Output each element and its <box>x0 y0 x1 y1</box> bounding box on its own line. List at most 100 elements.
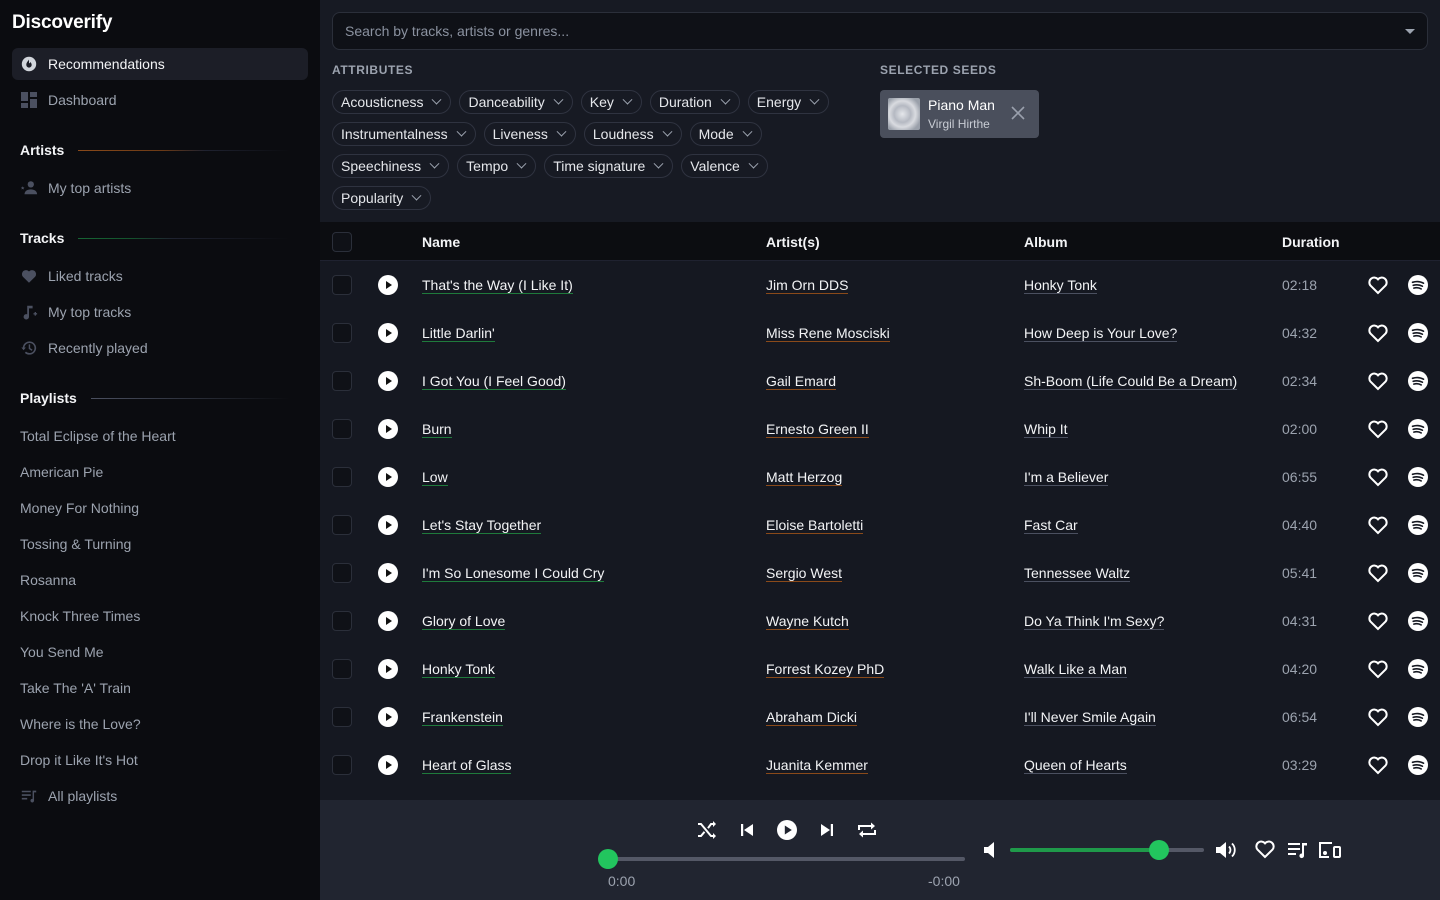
album-link[interactable]: Do Ya Think I'm Sexy? <box>1024 613 1165 630</box>
seed-chip[interactable]: Piano Man Virgil Hirthe <box>880 90 1039 138</box>
artist-link[interactable]: Forrest Kozey PhD <box>766 661 885 678</box>
like-heart-icon[interactable] <box>1367 563 1389 583</box>
spotify-icon[interactable] <box>1408 755 1428 775</box>
previous-track-icon[interactable] <box>738 820 756 840</box>
attribute-chip[interactable]: Key <box>580 90 642 114</box>
playlist-item[interactable]: Rosanna <box>20 572 76 588</box>
attribute-chip[interactable]: Speechiness <box>332 154 450 178</box>
like-heart-icon[interactable] <box>1367 419 1389 439</box>
attribute-chip[interactable]: Time signature <box>544 154 674 178</box>
nav-my-top-artists[interactable]: My top artists <box>12 172 308 204</box>
queue-icon[interactable] <box>1287 840 1309 860</box>
volume-up-icon[interactable] <box>1214 840 1238 860</box>
row-checkbox[interactable] <box>332 275 352 295</box>
row-checkbox[interactable] <box>332 371 352 391</box>
artist-link[interactable]: Ernesto Green II <box>766 421 869 438</box>
play-track-icon[interactable] <box>378 515 398 535</box>
track-name-link[interactable]: I'm So Lonesome I Could Cry <box>422 565 605 582</box>
attribute-chip[interactable]: Loudness <box>583 122 682 146</box>
track-name-link[interactable]: Low <box>422 469 448 486</box>
dropdown-caret-icon[interactable] <box>1405 28 1415 34</box>
row-checkbox[interactable] <box>332 467 352 487</box>
artist-link[interactable]: Miss Rene Mosciski <box>766 325 890 342</box>
spotify-icon[interactable] <box>1408 611 1428 631</box>
like-heart-icon[interactable] <box>1367 467 1389 487</box>
like-heart-icon[interactable] <box>1367 323 1389 343</box>
play-track-icon[interactable] <box>378 563 398 583</box>
attribute-chip[interactable]: Duration <box>649 90 740 114</box>
seek-handle[interactable] <box>598 849 618 869</box>
search-input[interactable] <box>345 23 1405 39</box>
row-checkbox[interactable] <box>332 755 352 775</box>
attribute-chip[interactable]: Liveness <box>483 122 576 146</box>
nav-recently-played[interactable]: Recently played <box>12 332 308 364</box>
attribute-chip[interactable]: Tempo <box>457 154 537 178</box>
artist-link[interactable]: Juanita Kemmer <box>766 757 868 774</box>
nav-all-playlists[interactable]: All playlists <box>12 780 308 812</box>
spotify-icon[interactable] <box>1408 419 1428 439</box>
next-track-icon[interactable] <box>818 820 836 840</box>
track-name-link[interactable]: Glory of Love <box>422 613 506 630</box>
spotify-icon[interactable] <box>1408 467 1428 487</box>
app-logo[interactable]: Discoverify <box>12 12 112 34</box>
artist-link[interactable]: Wayne Kutch <box>766 613 849 630</box>
album-link[interactable]: I'm a Believer <box>1024 469 1109 486</box>
nav-liked-tracks[interactable]: Liked tracks <box>12 260 308 292</box>
like-heart-icon[interactable] <box>1367 707 1389 727</box>
volume-slider[interactable] <box>1010 840 1204 860</box>
like-heart-icon[interactable] <box>1367 371 1389 391</box>
playlist-item[interactable]: Money For Nothing <box>20 500 139 516</box>
nav-dashboard[interactable]: Dashboard <box>12 84 308 116</box>
like-heart-icon[interactable] <box>1367 515 1389 535</box>
volume-handle[interactable] <box>1149 840 1170 860</box>
like-heart-icon[interactable] <box>1367 659 1389 679</box>
track-name-link[interactable]: Let's Stay Together <box>422 517 542 534</box>
nav-my-top-tracks[interactable]: My top tracks <box>12 296 308 328</box>
like-heart-icon[interactable] <box>1367 755 1389 775</box>
album-link[interactable]: Honky Tonk <box>1024 277 1097 294</box>
album-link[interactable]: Sh-Boom (Life Could Be a Dream) <box>1024 373 1238 390</box>
shuffle-icon[interactable] <box>696 820 718 840</box>
search-box[interactable] <box>332 12 1428 50</box>
attribute-chip[interactable]: Mode <box>689 122 762 146</box>
playlist-item[interactable]: You Send Me <box>20 644 104 660</box>
track-name-link[interactable]: That's the Way (I Like It) <box>422 277 573 294</box>
repeat-icon[interactable] <box>856 820 878 840</box>
playlist-item[interactable]: Total Eclipse of the Heart <box>20 428 176 444</box>
row-checkbox[interactable] <box>332 419 352 439</box>
track-name-link[interactable]: Frankenstein <box>422 709 503 726</box>
spotify-icon[interactable] <box>1408 275 1428 295</box>
spotify-icon[interactable] <box>1408 707 1428 727</box>
devices-icon[interactable] <box>1318 840 1342 860</box>
column-artist[interactable]: Artist(s) <box>766 234 820 250</box>
album-link[interactable]: Queen of Hearts <box>1024 757 1127 774</box>
like-current-heart-icon[interactable] <box>1254 839 1276 859</box>
play-track-icon[interactable] <box>378 275 398 295</box>
track-name-link[interactable]: Honky Tonk <box>422 661 495 678</box>
row-checkbox[interactable] <box>332 563 352 583</box>
spotify-icon[interactable] <box>1408 659 1428 679</box>
playlist-item[interactable]: Drop it Like It's Hot <box>20 752 138 768</box>
remove-seed-close-icon[interactable] <box>1009 104 1027 122</box>
track-name-link[interactable]: Heart of Glass <box>422 757 512 774</box>
seek-bar[interactable] <box>598 849 965 869</box>
column-duration[interactable]: Duration <box>1282 234 1340 250</box>
artist-link[interactable]: Jim Orn DDS <box>766 277 849 294</box>
play-track-icon[interactable] <box>378 659 398 679</box>
spotify-icon[interactable] <box>1408 515 1428 535</box>
attribute-chip[interactable]: Energy <box>747 90 830 114</box>
row-checkbox[interactable] <box>332 707 352 727</box>
like-heart-icon[interactable] <box>1367 275 1389 295</box>
play-track-icon[interactable] <box>378 419 398 439</box>
playlist-item[interactable]: Tossing & Turning <box>20 536 131 552</box>
row-checkbox[interactable] <box>332 323 352 343</box>
playlist-item[interactable]: American Pie <box>20 464 103 480</box>
row-checkbox[interactable] <box>332 515 352 535</box>
play-track-icon[interactable] <box>378 707 398 727</box>
album-link[interactable]: Fast Car <box>1024 517 1078 534</box>
nav-recommendations[interactable]: Recommendations <box>12 48 308 80</box>
like-heart-icon[interactable] <box>1367 611 1389 631</box>
artist-link[interactable]: Matt Herzog <box>766 469 843 486</box>
row-checkbox[interactable] <box>332 659 352 679</box>
artist-link[interactable]: Eloise Bartoletti <box>766 517 864 534</box>
